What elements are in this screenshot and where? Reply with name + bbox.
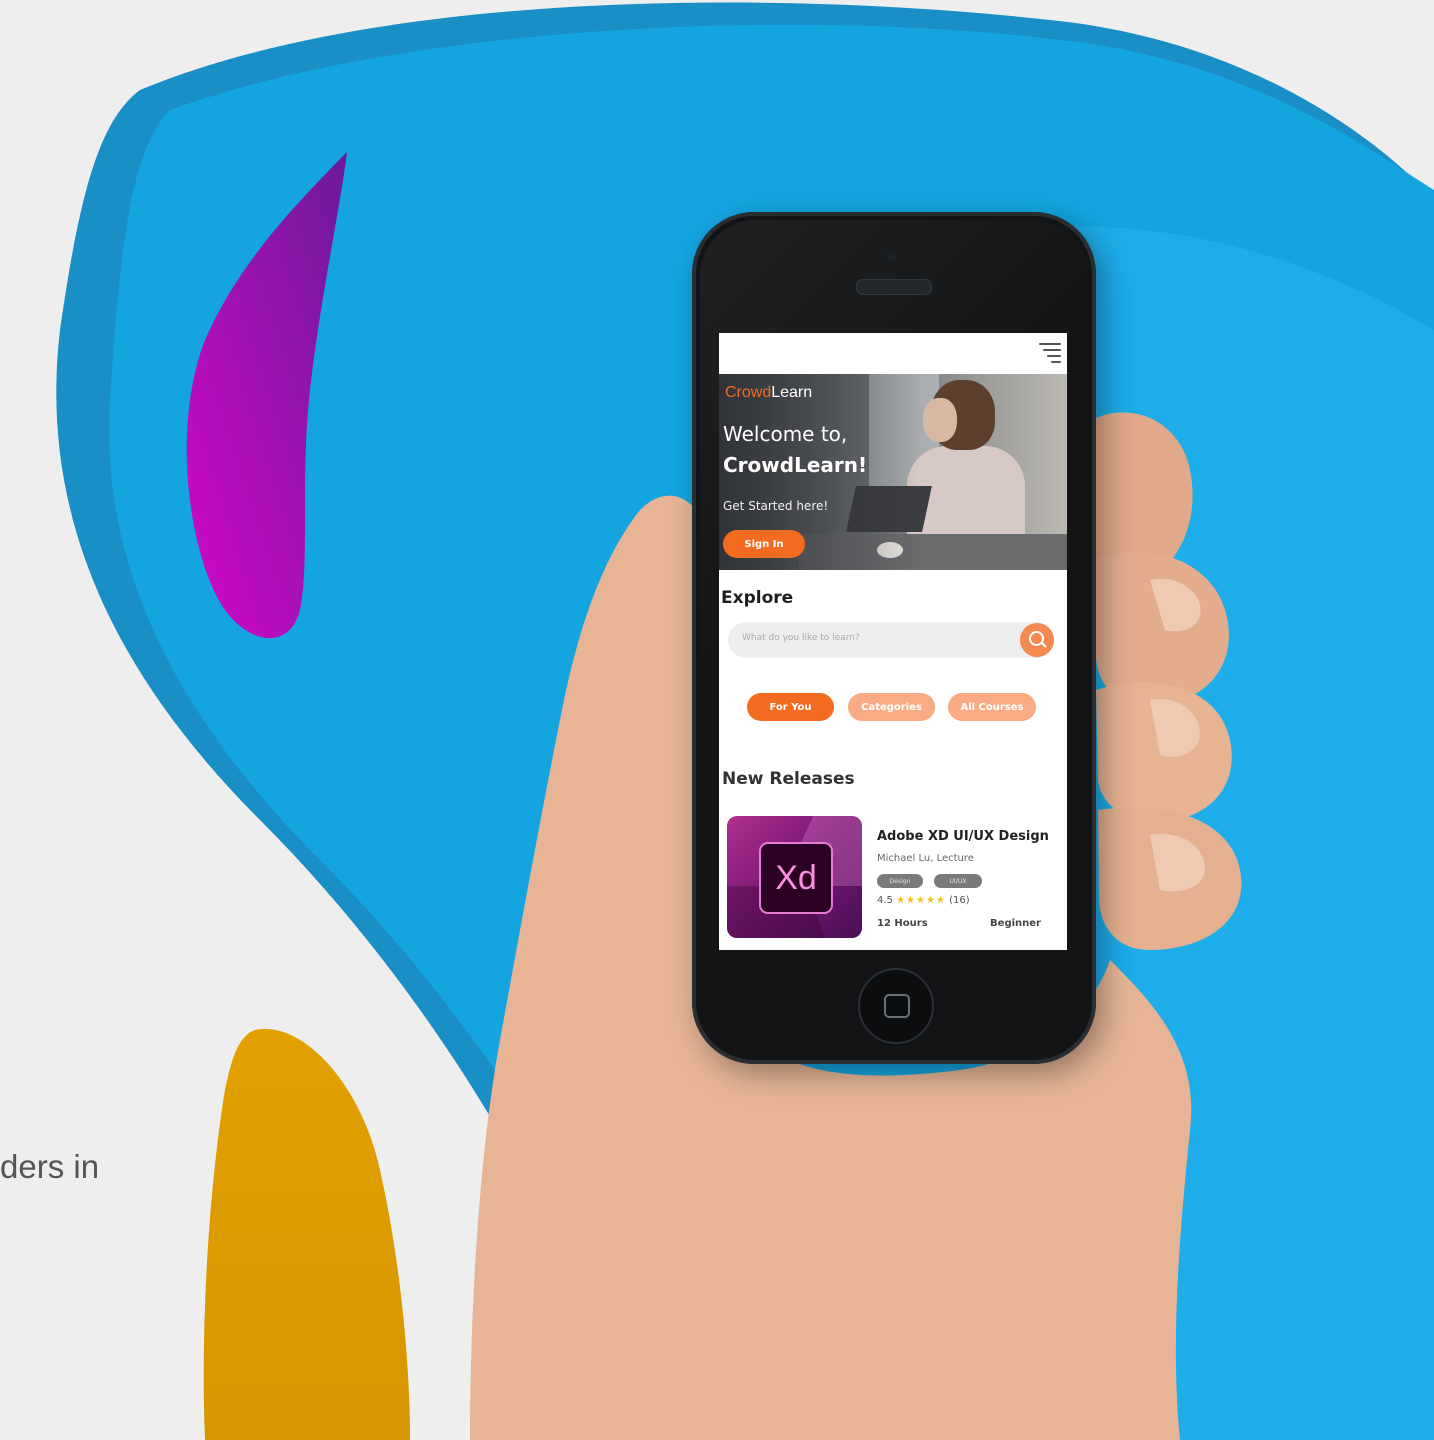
welcome-line1: Welcome to,: [723, 422, 848, 446]
get-started-text: Get Started here!: [723, 499, 829, 513]
yellow-shape: [203, 1028, 410, 1440]
search-placeholder: What do you like to learn?: [742, 633, 860, 643]
course-title[interactable]: Adobe XD UI/UX Design: [877, 829, 1049, 844]
brand-logo-part1: Crowd: [725, 384, 772, 401]
background-fragment-text: ders in: [0, 1148, 100, 1185]
course-rating: 4.5 ★★★★★ (16): [877, 895, 970, 906]
earpiece-speaker: [856, 279, 932, 295]
tab-for-you[interactable]: For You: [747, 693, 834, 721]
hero-banner: CrowdLearn Welcome to, CrowdLearn! Get S…: [719, 374, 1067, 570]
course-author: Michael Lu, Lecture: [877, 853, 974, 864]
sign-in-button[interactable]: Sign In: [723, 530, 805, 558]
search-input[interactable]: What do you like to learn?: [728, 622, 1054, 658]
explore-heading: Explore: [721, 588, 794, 608]
brand-logo: CrowdLearn: [725, 384, 812, 402]
search-button[interactable]: [1020, 623, 1054, 657]
course-tag: UI/UX: [934, 874, 982, 888]
course-level: Beginner: [990, 918, 1041, 929]
brand-logo-part2: Learn: [771, 384, 813, 401]
rating-stars-icon: ★★★★★: [896, 895, 946, 906]
welcome-heading: Welcome to, CrowdLearn!: [723, 419, 867, 481]
xd-logo-icon: Xd: [759, 842, 833, 914]
home-button-icon: [884, 994, 910, 1018]
course-tag: Design: [877, 874, 923, 888]
welcome-line2: CrowdLearn!: [723, 453, 868, 477]
new-releases-heading: New Releases: [722, 769, 855, 789]
app-top-bar: [719, 333, 1067, 374]
course-duration: 12 Hours: [877, 918, 928, 929]
course-thumbnail[interactable]: Xd: [727, 816, 862, 938]
hero-person-face: [923, 398, 957, 442]
tab-categories[interactable]: Categories: [848, 693, 935, 721]
front-camera: [887, 252, 896, 261]
home-button[interactable]: [858, 968, 934, 1044]
menu-icon[interactable]: [1039, 341, 1061, 363]
rating-value: 4.5: [877, 895, 893, 906]
rating-count: (16): [949, 895, 970, 906]
tab-all-courses[interactable]: All Courses: [948, 693, 1036, 721]
phone-screen: CrowdLearn Welcome to, CrowdLearn! Get S…: [719, 333, 1067, 950]
